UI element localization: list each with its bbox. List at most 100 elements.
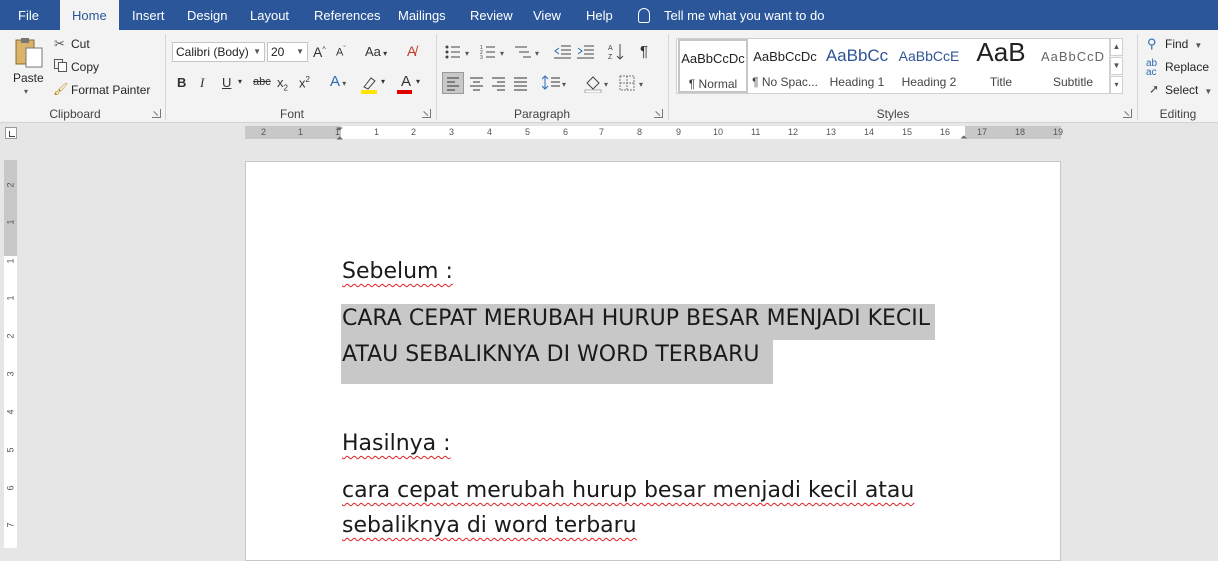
style-subtitle[interactable]: AaBbCcD Subtitle (1038, 39, 1108, 93)
paragraph-launcher-icon[interactable] (654, 109, 663, 118)
underline-icon[interactable]: U (222, 75, 231, 90)
align-center-icon[interactable] (467, 73, 487, 93)
ruler-number: 5 (525, 127, 531, 137)
shrink-font-icon[interactable]: Aˇ (336, 46, 346, 59)
paste-icon[interactable] (12, 38, 46, 68)
justify-icon[interactable] (511, 73, 531, 93)
horizontal-ruler[interactable]: 2 1 1 1 2 3 4 5 6 7 8 9 10 11 12 13 14 15 16 17 18 19 ⏷ ⏶ ⏶ (245, 124, 1063, 143)
find-icon: ⚲ (1147, 36, 1157, 51)
doc-heading-result[interactable]: Hasilnya : (342, 431, 451, 456)
decrease-indent-icon[interactable] (554, 44, 572, 60)
tab-selector-icon[interactable] (5, 127, 17, 139)
scissors-icon: ✂ (54, 36, 65, 51)
change-case-icon[interactable]: Aa ▾ (365, 44, 387, 59)
doc-heading-before[interactable]: Sebelum : (342, 259, 453, 284)
style-title[interactable]: AaB Title (966, 39, 1036, 93)
tab-mailings[interactable]: Mailings (386, 0, 458, 30)
tab-file[interactable]: File (6, 0, 51, 30)
clear-formatting-icon[interactable]: A̸ (407, 43, 416, 59)
font-size-select[interactable]: 20 ▼ (267, 42, 308, 62)
increase-indent-icon[interactable] (577, 44, 595, 60)
cut-button[interactable]: Cut (71, 37, 90, 51)
align-right-icon[interactable] (489, 73, 509, 93)
select-button[interactable]: Select ▼ (1165, 83, 1212, 97)
find-button[interactable]: Find ▼ (1165, 37, 1202, 51)
tab-insert[interactable]: Insert (120, 0, 177, 30)
clipboard-group-label: Clipboard (49, 107, 101, 121)
ruler-number: 9 (676, 127, 682, 137)
doc-line-3[interactable]: cara cepat merubah hurup besar menjadi k… (342, 478, 914, 503)
styles-launcher-icon[interactable] (1123, 109, 1132, 118)
bold-icon[interactable]: B (177, 75, 186, 90)
doc-line-2[interactable]: ATAU SEBALIKNYA DI WORD TERBARU (342, 342, 760, 367)
style-name: Heading 1 (829, 75, 885, 89)
style-heading-1[interactable]: AaBbCc Heading 1 (822, 39, 892, 93)
underline-dropdown-icon[interactable]: ▾ (238, 77, 242, 86)
hanging-indent-icon[interactable]: ⏶ (336, 133, 343, 144)
chevron-down-icon: ▼ (296, 47, 304, 56)
replace-button[interactable]: Replace (1165, 60, 1209, 74)
line-spacing-icon[interactable]: ▾ (541, 73, 570, 93)
clipboard-launcher-icon[interactable] (152, 109, 161, 118)
borders-icon[interactable]: ▾ (618, 73, 648, 93)
ruler-number: 4 (5, 409, 16, 415)
highlight-color-icon[interactable] (360, 75, 382, 95)
vertical-ruler[interactable]: 2 1 1 1 2 3 4 5 6 7 (4, 160, 17, 548)
separator (668, 34, 669, 120)
font-launcher-icon[interactable] (422, 109, 431, 118)
superscript-icon[interactable]: x2 (299, 75, 310, 90)
styles-more-icon[interactable]: ▾ (1110, 76, 1123, 94)
tab-layout[interactable]: Layout (238, 0, 301, 30)
doc-heading-result-text: Hasilnya : (342, 431, 451, 456)
chevron-down-icon: ▼ (253, 47, 261, 56)
ruler-number: 4 (487, 127, 493, 137)
doc-line-4[interactable]: sebaliknya di word terbaru (342, 513, 637, 538)
italic-icon[interactable]: I (200, 75, 204, 91)
tab-references[interactable]: References (302, 0, 392, 30)
align-left-icon[interactable] (442, 72, 464, 94)
document-page[interactable]: Sebelum : CARA CEPAT MERUBAH HURUP BESAR… (245, 161, 1061, 561)
subscript-icon[interactable]: x2 (277, 75, 288, 93)
paste-dropdown-icon[interactable]: ▾ (24, 87, 28, 96)
cursor-arrow-icon: ➚ (1149, 82, 1160, 96)
styles-scroll-up-icon[interactable]: ▲ (1110, 38, 1123, 56)
font-name-select[interactable]: Calibri (Body) ▼ (172, 42, 265, 62)
font-color-icon[interactable]: A (395, 73, 417, 95)
grow-font-icon[interactable]: A^ (313, 44, 326, 60)
style-heading-2[interactable]: AaBbCcE Heading 2 (894, 39, 964, 93)
font-color-dropdown-icon[interactable]: ▾ (416, 77, 420, 86)
format-painter-button[interactable]: Format Painter (71, 83, 150, 97)
paste-button[interactable]: Paste (13, 71, 44, 85)
tab-help[interactable]: Help (574, 0, 625, 30)
show-formatting-marks-icon[interactable]: ¶ (640, 43, 648, 60)
strikethrough-icon[interactable]: abc (253, 76, 271, 88)
sort-icon[interactable]: AZ (608, 42, 624, 62)
right-indent-icon[interactable]: ⏶ (960, 132, 967, 143)
doc-line-1[interactable]: CARA CEPAT MERUBAH HURUP BESAR MENJADI K… (342, 306, 930, 331)
ruler-number: 6 (5, 485, 16, 491)
shading-icon[interactable]: ▾ (583, 73, 613, 94)
separator (436, 34, 437, 120)
multilevel-list-icon[interactable]: ▾ (515, 44, 543, 60)
ruler-number: 17 (977, 127, 988, 137)
ruler-left-margin (245, 126, 341, 139)
chevron-down-icon: ▼ (1194, 41, 1203, 50)
ruler-number: 2 (5, 182, 16, 188)
tab-design[interactable]: Design (175, 0, 239, 30)
text-effects-icon[interactable]: A ▾ (330, 73, 346, 90)
separator (165, 34, 166, 120)
tab-review[interactable]: Review (458, 0, 525, 30)
numbering-icon[interactable]: 1 2 3 ▾ (480, 44, 508, 61)
style-normal[interactable]: AaBbCcDc ¶ Normal (678, 39, 748, 93)
font-name-value: Calibri (Body) (176, 45, 249, 59)
replace-icon: ab ac (1146, 58, 1158, 78)
tab-home[interactable]: Home (60, 0, 119, 31)
tell-me-search[interactable]: Tell me what you want to do (638, 0, 824, 30)
tab-view[interactable]: View (521, 0, 573, 30)
bullets-icon[interactable]: ▾ (445, 44, 473, 60)
style-no-spacing[interactable]: AaBbCcDc ¶ No Spac... (750, 39, 820, 93)
highlight-dropdown-icon[interactable]: ▾ (381, 77, 385, 86)
copy-button[interactable]: Copy (71, 60, 99, 74)
doc-line-3-text: cara cepat merubah hurup besar menjadi k… (342, 478, 915, 503)
styles-scroll-down-icon[interactable]: ▼ (1110, 57, 1123, 75)
